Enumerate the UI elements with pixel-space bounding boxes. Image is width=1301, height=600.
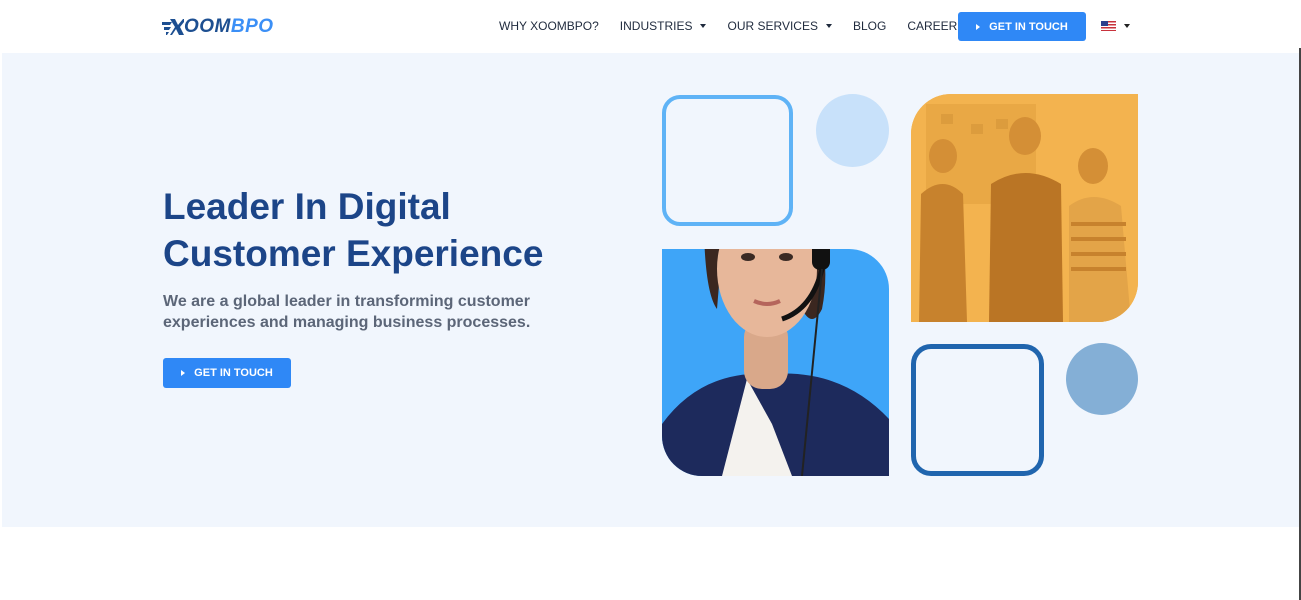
hero-cta-label: GET IN TOUCH xyxy=(194,367,273,379)
xoombpo-logo[interactable]: OOMBPO xyxy=(162,14,274,40)
logo-text-bpo: BPO xyxy=(230,16,274,37)
hero-get-in-touch-button[interactable]: GET IN TOUCH xyxy=(163,358,291,388)
main-nav: WHY XOOMBPO? INDUSTRIES OUR SERVICES BLO… xyxy=(499,19,986,33)
play-arrow-icon xyxy=(181,370,186,376)
decorative-circle xyxy=(1066,343,1138,415)
logo-text-oom: OOM xyxy=(184,16,231,37)
language-selector[interactable] xyxy=(1101,21,1130,31)
us-flag-icon xyxy=(1101,21,1116,31)
play-arrow-icon xyxy=(976,23,981,30)
chevron-down-icon xyxy=(700,24,707,28)
hero-subtitle: We are a global leader in transforming c… xyxy=(163,293,531,331)
nav-blog[interactable]: BLOG xyxy=(853,19,886,33)
decorative-outline-square xyxy=(662,95,793,226)
decorative-outline-square xyxy=(911,344,1044,476)
hero-title: Leader In Digital Customer Experience xyxy=(163,186,544,274)
team-meeting-image xyxy=(911,94,1138,322)
chevron-down-icon xyxy=(825,24,832,28)
nav-services-label: OUR SERVICES xyxy=(727,19,818,33)
nav-careers[interactable]: CAREERS xyxy=(907,19,965,33)
logo-speed-icon xyxy=(162,19,184,35)
agent-photo xyxy=(662,249,889,476)
site-header: OOMBPO WHY XOOMBPO? INDUSTRIES OUR SERVI… xyxy=(0,0,1301,53)
nav-careers-label: CAREERS xyxy=(907,19,966,33)
nav-why-xoombpo[interactable]: WHY XOOMBPO? xyxy=(499,19,599,33)
header-get-in-touch-button[interactable]: GET IN TOUCH xyxy=(958,12,1086,41)
chevron-down-icon xyxy=(1124,24,1130,28)
headset-agent-image xyxy=(662,249,889,476)
nav-blog-label: BLOG xyxy=(852,19,887,33)
nav-why-label: WHY XOOMBPO? xyxy=(499,19,599,33)
decorative-circle xyxy=(816,94,889,167)
header-cta-label: GET IN TOUCH xyxy=(989,20,1068,33)
nav-industries-label: INDUSTRIES xyxy=(619,19,693,33)
nav-industries[interactable]: INDUSTRIES xyxy=(620,19,707,33)
team-photo xyxy=(911,94,1138,322)
nav-our-services[interactable]: OUR SERVICES xyxy=(727,19,832,33)
